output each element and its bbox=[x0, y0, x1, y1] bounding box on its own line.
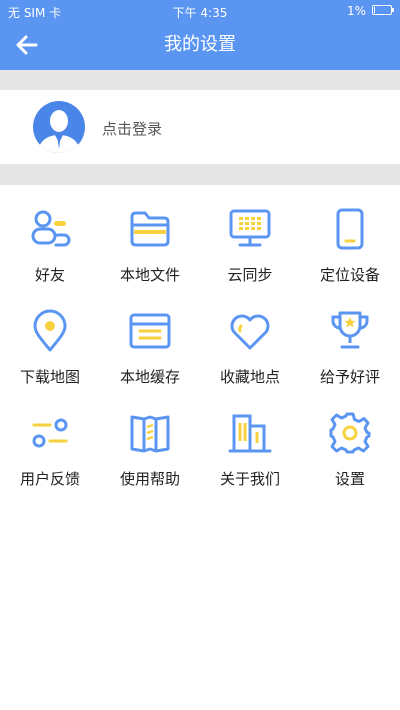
battery-icon: ⚡ bbox=[372, 4, 394, 15]
grid-item-label: 用户反馈 bbox=[19, 470, 80, 488]
trophy-icon bbox=[331, 311, 369, 349]
battery-percent: 1% bbox=[346, 4, 366, 18]
grid-item-locate-device[interactable]: 定位设备 bbox=[300, 185, 400, 285]
map-pin-icon bbox=[33, 309, 67, 352]
user-avatar-icon[interactable] bbox=[32, 100, 86, 154]
buildings-icon bbox=[228, 414, 272, 453]
grid-item-label: 使用帮助 bbox=[119, 470, 180, 488]
grid-item-label: 设置 bbox=[334, 470, 365, 488]
grid-item-label: 给予好评 bbox=[319, 368, 380, 386]
grid-item-label: 下载地图 bbox=[19, 368, 80, 386]
grid-item-label: 本地缓存 bbox=[119, 368, 180, 386]
grid-item-friends[interactable]: 好友 bbox=[0, 185, 100, 285]
grid-item-label: 关于我们 bbox=[219, 470, 280, 488]
friends-icon bbox=[31, 210, 71, 247]
status-bar: 无 SIM 卡 下午 4:35 1% ⚡ bbox=[0, 0, 400, 22]
grid-item-favorites[interactable]: 收藏地点 bbox=[200, 287, 300, 387]
header-bar: 无 SIM 卡 下午 4:35 1% ⚡ 我的设置 bbox=[0, 0, 400, 70]
grid-item-download-map[interactable]: 下载地图 bbox=[0, 287, 100, 387]
grid-item-local-cache[interactable]: 本地缓存 bbox=[100, 287, 200, 387]
cloud-sync-monitor-icon bbox=[229, 209, 271, 247]
cache-icon bbox=[129, 313, 171, 349]
separator bbox=[0, 164, 400, 185]
grid-item-feedback[interactable]: 用户反馈 bbox=[0, 389, 100, 489]
heart-icon bbox=[230, 314, 270, 350]
grid-item-label: 本地文件 bbox=[119, 266, 180, 284]
grid-item-settings[interactable]: 设置 bbox=[300, 389, 400, 489]
battery-fill bbox=[374, 7, 375, 13]
grid-item-label: 定位设备 bbox=[319, 266, 380, 284]
grid-item-label: 好友 bbox=[34, 266, 65, 284]
feedback-toggle-icon bbox=[32, 418, 68, 448]
grid-item-rate-us[interactable]: 给予好评 bbox=[300, 287, 400, 387]
grid-item-label: 收藏地点 bbox=[219, 368, 280, 386]
grid-item-about-us[interactable]: 关于我们 bbox=[200, 389, 300, 489]
separator bbox=[0, 70, 400, 90]
phone-device-icon bbox=[336, 208, 364, 250]
grid-item-cloud-sync[interactable]: 云同步 bbox=[200, 185, 300, 285]
clock-text: 下午 4:35 bbox=[172, 6, 228, 20]
charging-bolt-icon: ⚡ bbox=[378, 4, 385, 14]
help-book-icon bbox=[130, 415, 170, 453]
grid-item-label: 云同步 bbox=[227, 266, 273, 284]
login-label[interactable]: 点击登录 bbox=[102, 118, 162, 139]
page-title: 我的设置 bbox=[164, 34, 236, 55]
gear-icon bbox=[329, 412, 371, 454]
folder-icon bbox=[130, 211, 170, 247]
grid-item-help[interactable]: 使用帮助 bbox=[100, 389, 200, 489]
login-row[interactable]: 点击登录 bbox=[0, 90, 400, 164]
grid-item-local-files[interactable]: 本地文件 bbox=[100, 185, 200, 285]
